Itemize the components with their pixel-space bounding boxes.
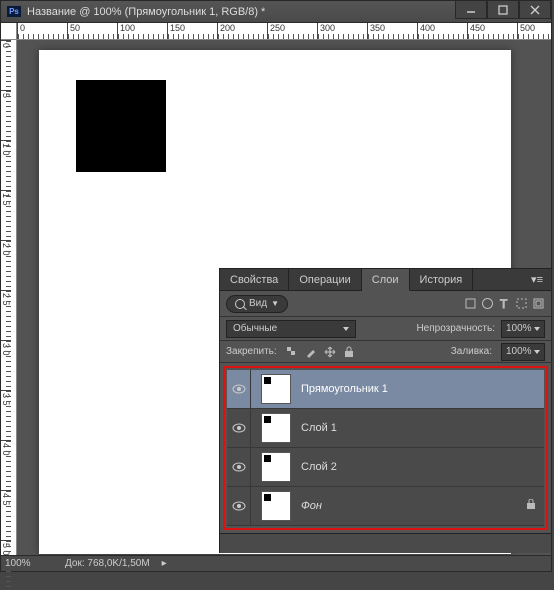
panel-menu-icon[interactable]: ▾≡: [523, 269, 551, 290]
filter-smart-icon[interactable]: [532, 297, 545, 310]
ruler-tick: 1 0: [1, 140, 11, 190]
app-icon: Ps: [7, 6, 21, 17]
filter-adjust-icon[interactable]: [481, 297, 494, 310]
kind-label: Вид: [249, 298, 267, 309]
tab-history[interactable]: История: [410, 269, 474, 290]
doc-size: Док: 768,0K/1,50M: [65, 558, 150, 569]
layers-toolbar: Вид ▼ T: [220, 291, 551, 317]
fill-label: Заливка:: [451, 346, 492, 357]
ruler-tick: 5: [1, 90, 11, 140]
visibility-toggle[interactable]: [227, 409, 251, 447]
opacity-input[interactable]: 100%: [501, 320, 545, 338]
fill-value: 100%: [506, 346, 532, 357]
layer-name[interactable]: Слой 1: [301, 422, 337, 434]
layer-thumbnail[interactable]: [261, 374, 291, 404]
ruler-corner: [1, 23, 17, 40]
layer-name[interactable]: Прямоугольник 1: [301, 383, 388, 395]
ruler-tick: 0: [1, 40, 11, 90]
ruler-tick: 50: [67, 23, 117, 39]
ruler-tick: 0: [17, 23, 67, 39]
ruler-tick: 3 0: [1, 340, 11, 390]
ruler-tick: 2 5: [1, 290, 11, 340]
tab-actions[interactable]: Операции: [289, 269, 361, 290]
svg-text:T: T: [500, 297, 508, 310]
layers-panel: Свойства Операции Слои История ▾≡ Вид ▼ …: [219, 268, 551, 553]
lock-all-icon[interactable]: [343, 346, 355, 358]
lock-position-icon[interactable]: [324, 346, 336, 358]
ruler-tick: 1 5: [1, 190, 11, 240]
ruler-horizontal[interactable]: 0 50 100 150 200 250 300 350 400 450 500: [17, 23, 551, 40]
visibility-toggle[interactable]: [227, 487, 251, 525]
ruler-tick: 2 0: [1, 240, 11, 290]
filter-shape-icon[interactable]: [515, 297, 528, 310]
ruler-tick: 150: [167, 23, 217, 39]
layer-thumbnail[interactable]: [261, 452, 291, 482]
ruler-tick: 200: [217, 23, 267, 39]
panel-tabs: Свойства Операции Слои История ▾≡: [220, 269, 551, 291]
lock-label: Закрепить:: [226, 346, 277, 357]
layer-thumbnail[interactable]: [261, 491, 291, 521]
rectangle-shape[interactable]: [76, 80, 166, 172]
tab-layers[interactable]: Слои: [362, 269, 410, 291]
layer-name[interactable]: Слой 2: [301, 461, 337, 473]
status-bar: 100% Док: 768,0K/1,50M ▸: [1, 555, 551, 571]
status-menu-icon[interactable]: ▸: [162, 558, 167, 569]
panel-footer: [220, 533, 551, 553]
ruler-tick: 4 0: [1, 440, 11, 490]
blend-mode-select[interactable]: Обычные: [226, 320, 356, 338]
ruler-tick: 4 5: [1, 490, 11, 540]
chevron-down-icon: ▼: [271, 299, 279, 308]
lock-paint-icon[interactable]: [305, 346, 317, 358]
filter-pixel-icon[interactable]: [464, 297, 477, 310]
fill-input[interactable]: 100%: [501, 343, 545, 361]
chevron-down-icon: [343, 327, 349, 331]
titlebar: Ps Название @ 100% (Прямоугольник 1, RGB…: [1, 1, 551, 23]
ruler-tick: 3 5: [1, 390, 11, 440]
opacity-value: 100%: [506, 323, 532, 334]
highlight-box: Прямоугольник 1 Слой 1 Слой 2 Фон: [223, 366, 548, 530]
app-window: Ps Название @ 100% (Прямоугольник 1, RGB…: [0, 0, 552, 572]
ruler-tick: 300: [317, 23, 367, 39]
ruler-vertical[interactable]: 0 5 1 0 1 5 2 0 2 5 3 0 3 5 4 0 4 5 5 0: [1, 40, 17, 555]
chevron-down-icon: [534, 350, 540, 354]
lock-icon: [526, 499, 536, 513]
chevron-down-icon: [534, 327, 540, 331]
layer-kind-filter[interactable]: Вид ▼: [226, 295, 288, 313]
ruler-tick: 100: [117, 23, 167, 39]
ruler-tick: 500: [517, 23, 551, 39]
ruler-tick: 400: [417, 23, 467, 39]
layers-list: Прямоугольник 1 Слой 1 Слой 2 Фон: [220, 363, 551, 533]
tab-properties[interactable]: Свойства: [220, 269, 289, 290]
layer-name[interactable]: Фон: [301, 500, 322, 512]
close-button[interactable]: [519, 1, 551, 19]
ruler-tick: 450: [467, 23, 517, 39]
opacity-label: Непрозрачность:: [416, 323, 495, 334]
layer-row[interactable]: Слой 1: [227, 409, 544, 448]
layer-row[interactable]: Фон: [227, 487, 544, 526]
visibility-toggle[interactable]: [227, 370, 251, 408]
layer-row[interactable]: Прямоугольник 1: [227, 370, 544, 409]
ruler-tick: 350: [367, 23, 417, 39]
layer-thumbnail[interactable]: [261, 413, 291, 443]
lock-transparency-icon[interactable]: [286, 346, 298, 358]
zoom-level[interactable]: 100%: [5, 558, 53, 569]
maximize-button[interactable]: [487, 1, 519, 19]
search-icon: [235, 299, 245, 309]
filter-type-icon[interactable]: T: [498, 297, 511, 310]
ruler-tick: 250: [267, 23, 317, 39]
blend-value: Обычные: [233, 323, 277, 334]
visibility-toggle[interactable]: [227, 448, 251, 486]
layer-row[interactable]: Слой 2: [227, 448, 544, 487]
minimize-button[interactable]: [455, 1, 487, 19]
